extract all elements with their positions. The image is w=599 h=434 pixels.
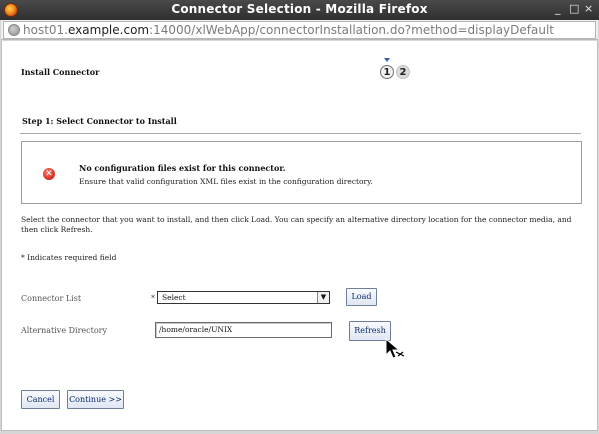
step-indicator: 1 2 <box>378 58 418 82</box>
window-titlebar: Connector Selection - Mozilla Firefox _ … <box>0 0 599 20</box>
instructions-text: Select the connector that you want to in… <box>21 215 572 234</box>
section-divider <box>20 133 581 134</box>
alternative-directory-input[interactable]: /home/oracle/UNIX <box>155 322 332 338</box>
address-bar: host01.example.com:14000/xlWebApp/connec… <box>1 20 598 40</box>
required-marker: * <box>151 294 155 303</box>
step-2: 2 <box>396 65 410 79</box>
chevron-down-icon[interactable]: ▼ <box>317 292 329 303</box>
connector-list-selected-value: Select <box>162 293 186 302</box>
url-path: :14000/xlWebApp/connectorInstallation.do… <box>149 23 555 37</box>
required-field-note: * Indicates required field <box>21 253 117 262</box>
step-1: 1 <box>380 65 394 79</box>
connector-list-label: Connector List <box>21 294 82 303</box>
globe-icon <box>8 24 20 36</box>
continue-button[interactable]: Continue >> <box>67 390 124 409</box>
minimize-button[interactable]: _ <box>555 2 561 15</box>
close-window-button[interactable]: × <box>584 2 593 15</box>
url-prefix: host01. <box>23 23 68 37</box>
cancel-button[interactable]: Cancel <box>21 390 60 409</box>
page-content: Install Connector 1 2 Step 1: Select Con… <box>1 41 598 431</box>
load-button[interactable]: Load <box>346 288 377 306</box>
step-title: Step 1: Select Connector to Install <box>22 116 177 126</box>
url-host: example.com <box>68 23 150 37</box>
mouse-cursor-icon <box>385 338 405 359</box>
url-field[interactable]: host01.example.com:14000/xlWebApp/connec… <box>3 21 596 39</box>
page-title: Install Connector <box>21 67 100 77</box>
connector-list-select[interactable]: Select ▼ <box>157 291 330 304</box>
current-step-arrow-icon <box>384 58 390 62</box>
error-message-body: Ensure that valid configuration XML file… <box>79 177 373 186</box>
error-message-box: ✕ No configuration files exist for this … <box>21 141 582 204</box>
alternative-directory-label: Alternative Directory <box>21 326 107 335</box>
error-message-title: No configuration files exist for this co… <box>79 163 286 173</box>
maximize-button[interactable]: □ <box>569 2 579 15</box>
error-icon: ✕ <box>43 168 55 180</box>
window-title: Connector Selection - Mozilla Firefox <box>171 2 428 16</box>
